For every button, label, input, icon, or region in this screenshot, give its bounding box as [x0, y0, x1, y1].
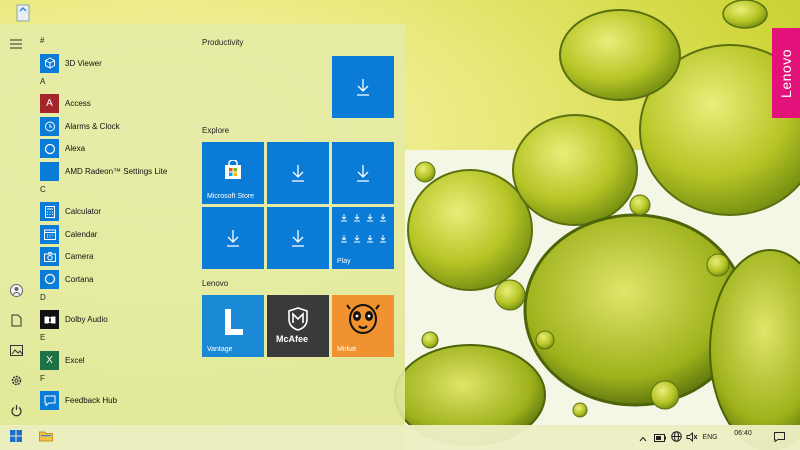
3d-viewer-icon [40, 53, 59, 73]
tile-label: Vantage [207, 346, 233, 353]
tile-download-productivity[interactable] [332, 56, 394, 118]
alexa-icon [40, 139, 59, 159]
group-title-lenovo[interactable]: Lenovo [202, 279, 228, 288]
pictures-icon[interactable] [8, 342, 24, 358]
recycle-bin-icon[interactable] [10, 2, 36, 24]
tile-download-explore-1[interactable] [267, 142, 329, 204]
dolby-icon [40, 310, 59, 330]
network-button[interactable] [668, 425, 684, 450]
start-button[interactable] [0, 425, 32, 450]
app-alarms-clock[interactable]: Alarms & Clock [32, 115, 192, 138]
app-label: Alexa [65, 144, 86, 154]
taskbar: ENG 06:40 [0, 425, 800, 450]
app-excel[interactable]: X Excel [32, 349, 192, 372]
app-label: Access [65, 99, 91, 109]
app-feedback-hub[interactable]: Feedback Hub [32, 390, 192, 413]
vantage-logo-icon [222, 307, 246, 342]
app-label: Calendar [65, 229, 98, 239]
group-title-explore[interactable]: Explore [202, 126, 229, 135]
app-3d-viewer[interactable]: 3D Viewer [32, 52, 192, 75]
mcafee-shield-icon [287, 307, 309, 336]
speaker-muted-icon [686, 429, 698, 447]
app-access[interactable]: A Access [32, 93, 192, 116]
show-hidden-icons-button[interactable] [636, 425, 650, 450]
app-amd-radeon[interactable]: AMD Radeon™ Settings Lite [32, 160, 192, 183]
input-language-button[interactable]: ENG [700, 425, 720, 450]
access-icon: A [40, 94, 59, 114]
camera-icon [40, 247, 59, 267]
app-label: Feedback Hub [65, 396, 118, 406]
user-avatar-icon[interactable] [8, 282, 24, 298]
tile-mirkat[interactable]: Mirkat [332, 295, 394, 357]
settings-gear-icon[interactable] [8, 372, 24, 388]
clock-time: 06:40 [734, 430, 752, 437]
mcafee-wordmark: McAfee [276, 334, 309, 344]
notification-icon [773, 429, 785, 447]
play-folder-mini-icons [338, 213, 388, 252]
tile-download-explore-4[interactable] [267, 207, 329, 269]
lenovo-brand-badge: Lenovo [772, 28, 800, 118]
app-label: Calculator [65, 207, 102, 217]
tile-mcafee[interactable]: McAfee [267, 295, 329, 357]
app-label: 3D Viewer [65, 58, 102, 68]
tile-download-explore-2[interactable] [332, 142, 394, 204]
power-icon[interactable] [8, 402, 24, 418]
app-alexa[interactable]: Alexa [32, 138, 192, 161]
battery-icon [654, 429, 666, 447]
hamburger-menu-icon[interactable] [8, 36, 24, 52]
battery-button[interactable] [652, 425, 668, 450]
globe-network-icon [670, 429, 682, 447]
lenovo-brand-text: Lenovo [778, 48, 794, 98]
store-bag-icon [223, 159, 243, 185]
app-label: AMD Radeon™ Settings Lite [65, 166, 168, 176]
language-indicator: ENG [702, 434, 718, 441]
tile-play-folder[interactable]: Play [332, 207, 394, 269]
app-cortana[interactable]: Cortana [32, 268, 192, 291]
app-calendar[interactable]: Calendar [32, 223, 192, 246]
calculator-icon [40, 202, 59, 222]
tile-label: Mirkat [337, 346, 357, 353]
windows-logo-icon [10, 429, 22, 447]
app-label: Dolby Audio [65, 315, 108, 325]
download-arrow-icon [202, 207, 264, 269]
app-label: Excel [65, 355, 85, 365]
tile-download-explore-3[interactable] [202, 207, 264, 269]
start-rail [0, 24, 32, 425]
app-camera[interactable]: Camera [32, 246, 192, 269]
app-dolby-audio[interactable]: Dolby Audio [32, 309, 192, 332]
app-label: Cortana [65, 274, 94, 284]
cortana-icon [40, 269, 59, 289]
volume-button[interactable] [684, 425, 700, 450]
download-arrow-icon [332, 142, 394, 204]
calendar-icon [40, 224, 59, 244]
excel-icon: X [40, 350, 59, 370]
tile-label: Microsoft Store [207, 193, 255, 200]
taskbar-file-explorer[interactable] [32, 425, 60, 450]
tile-label: Play [337, 258, 351, 265]
app-label: Camera [65, 252, 94, 262]
download-arrow-icon [332, 56, 394, 118]
action-center-button[interactable] [768, 425, 790, 450]
feedback-hub-icon [40, 391, 59, 411]
tile-lenovo-vantage[interactable]: Vantage [202, 295, 264, 357]
meerkat-mascot-icon [344, 301, 382, 348]
alarm-clock-icon [40, 116, 59, 136]
amd-radeon-icon [40, 161, 59, 181]
file-explorer-icon [39, 429, 53, 447]
start-menu: # 3D Viewer A A Access Alarms & Clock Al… [0, 24, 405, 425]
group-title-productivity[interactable]: Productivity [202, 38, 243, 47]
clock-button[interactable]: 06:40 [726, 425, 760, 450]
documents-icon[interactable] [8, 312, 24, 328]
download-arrow-icon [267, 207, 329, 269]
tile-microsoft-store[interactable]: Microsoft Store [202, 142, 264, 204]
app-calculator[interactable]: Calculator [32, 201, 192, 224]
app-list: # 3D Viewer A A Access Alarms & Clock Al… [32, 34, 192, 412]
app-label: Alarms & Clock [65, 121, 120, 131]
download-arrow-icon [267, 142, 329, 204]
chevron-up-icon [639, 429, 647, 447]
